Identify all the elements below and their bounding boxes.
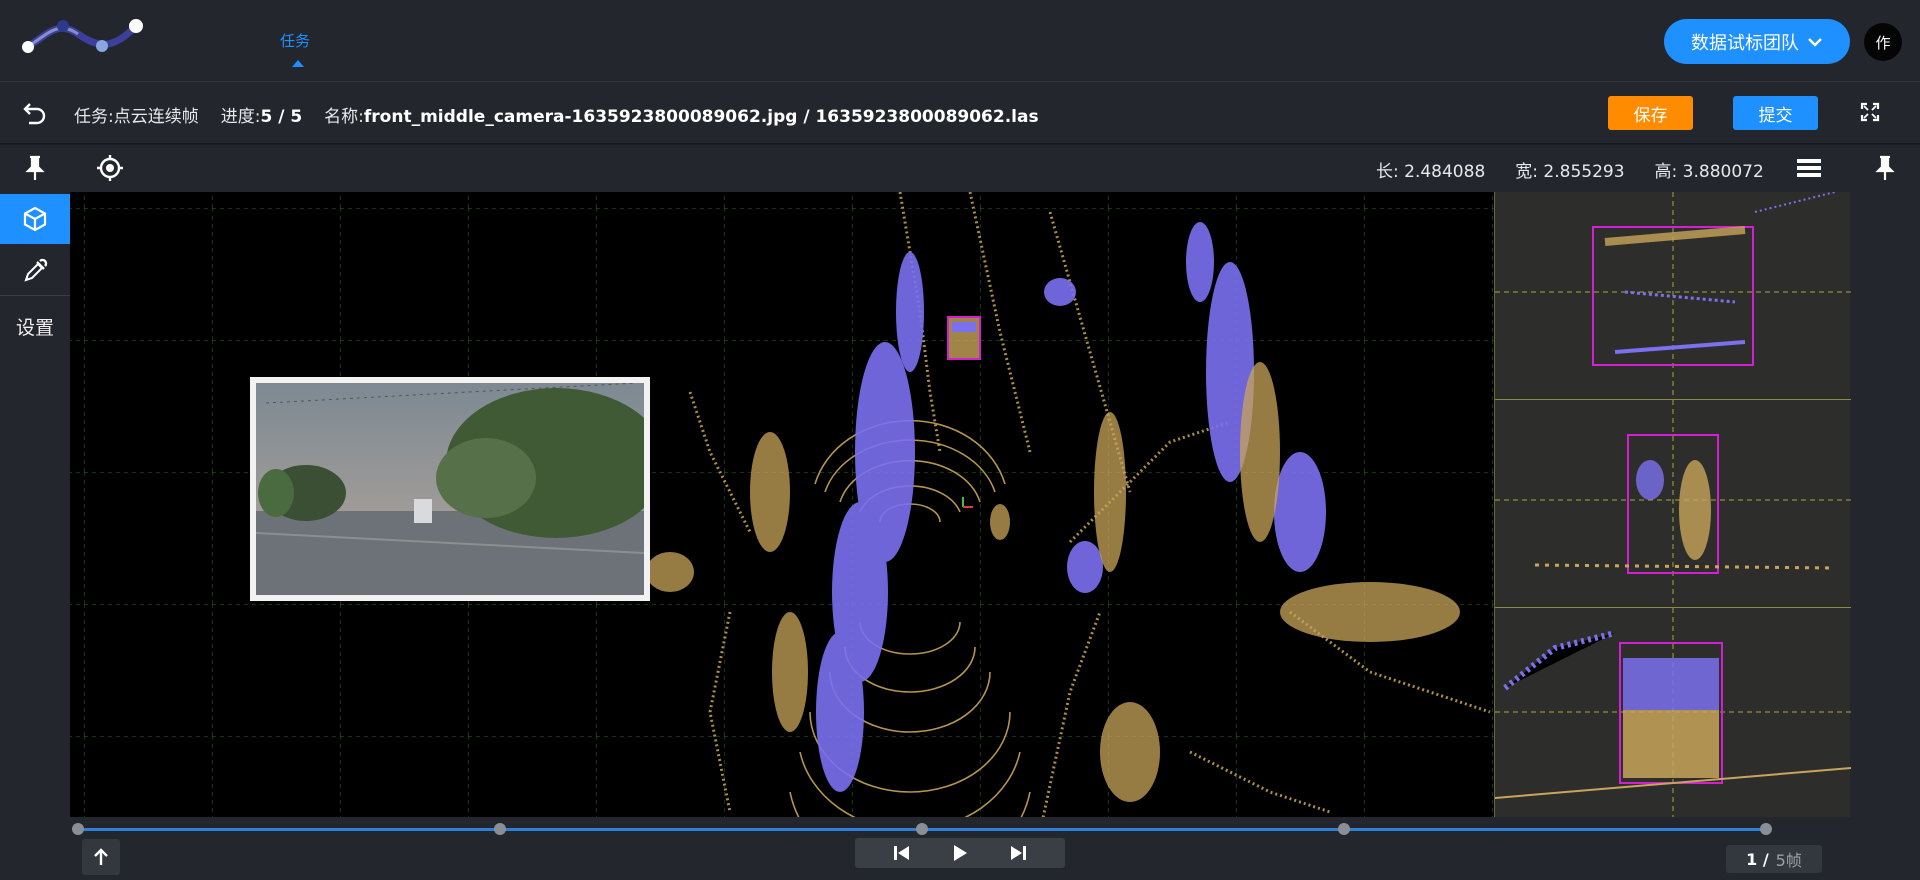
cube-icon [23, 206, 47, 232]
front-view[interactable] [1495, 608, 1851, 817]
nav-tab-task[interactable]: 任务 [280, 30, 310, 51]
frame-timeline-bar: 1 /5帧 [70, 817, 1850, 880]
task-info-bar: 任务:点云连续帧 进度:5 / 5 名称:front_middle_camera… [0, 82, 1920, 144]
target-icon[interactable] [96, 154, 124, 182]
height-readout: 高: 3.880072 [1654, 162, 1764, 182]
frame-marker[interactable] [72, 823, 84, 835]
progress-field: 进度:5 / 5 [220, 107, 303, 127]
file-name-field: 名称:front_middle_camera-1635923800089062.… [324, 107, 1039, 127]
box-dimensions: 长: 2.484088 宽: 2.855293 高: 3.880072 [1376, 157, 1764, 182]
layers-menu-icon[interactable] [1797, 158, 1821, 178]
skip-forward-icon [1010, 846, 1026, 860]
user-avatar[interactable]: 作 [1864, 23, 1902, 61]
active-tab-indicator [292, 60, 304, 67]
side-views-panel [1494, 192, 1851, 817]
play-button[interactable] [952, 844, 968, 862]
settings-button[interactable]: 设置 [0, 313, 70, 340]
cube-tool-button[interactable] [0, 194, 70, 244]
timeline-track[interactable] [72, 823, 1772, 835]
next-frame-button[interactable] [1009, 845, 1027, 861]
pen-tool-button[interactable] [0, 246, 70, 296]
task-info: 任务:点云连续帧 进度:5 / 5 名称:front_middle_camera… [74, 102, 1039, 127]
chevron-down-icon [1808, 37, 1822, 47]
top-header: 任务 数据试标团队 作 [0, 0, 1920, 82]
pin-icon[interactable] [1874, 155, 1896, 181]
pin-icon[interactable] [24, 155, 46, 181]
camera-photo [256, 383, 644, 595]
save-button[interactable]: 保存 [1608, 96, 1693, 130]
app-logo[interactable] [18, 14, 148, 58]
collapse-up-button[interactable] [82, 839, 120, 875]
previous-frame-button[interactable] [893, 845, 911, 861]
point-cloud-canvas[interactable] [70, 192, 1494, 817]
play-icon [953, 845, 967, 861]
frame-marker[interactable] [494, 823, 506, 835]
width-readout: 宽: 2.855293 [1515, 162, 1625, 182]
task-field: 任务:点云连续帧 [74, 107, 199, 127]
top-view[interactable] [1495, 192, 1851, 400]
team-label: 数据试标团队 [1691, 32, 1799, 54]
playback-controls [855, 838, 1065, 868]
fullscreen-icon[interactable] [1860, 102, 1880, 122]
frame-marker[interactable] [916, 823, 928, 835]
eyedropper-icon [24, 258, 48, 282]
side-view[interactable] [1495, 400, 1851, 608]
submit-button[interactable]: 提交 [1733, 96, 1818, 130]
frame-counter: 1 /5帧 [1726, 845, 1822, 873]
undo-icon[interactable] [22, 100, 48, 126]
frame-marker[interactable] [1760, 823, 1772, 835]
team-selector-button[interactable]: 数据试标团队 [1664, 19, 1850, 64]
view-toolbar: 长: 2.484088 宽: 2.855293 高: 3.880072 [70, 145, 1850, 192]
length-readout: 长: 2.484088 [1376, 162, 1486, 182]
skip-back-icon [894, 846, 910, 860]
camera-image-preview[interactable] [250, 377, 650, 601]
left-tool-sidebar: 设置 [0, 145, 70, 880]
arrow-up-icon [94, 848, 108, 865]
right-sidebar [1850, 145, 1920, 880]
frame-marker[interactable] [1338, 823, 1350, 835]
